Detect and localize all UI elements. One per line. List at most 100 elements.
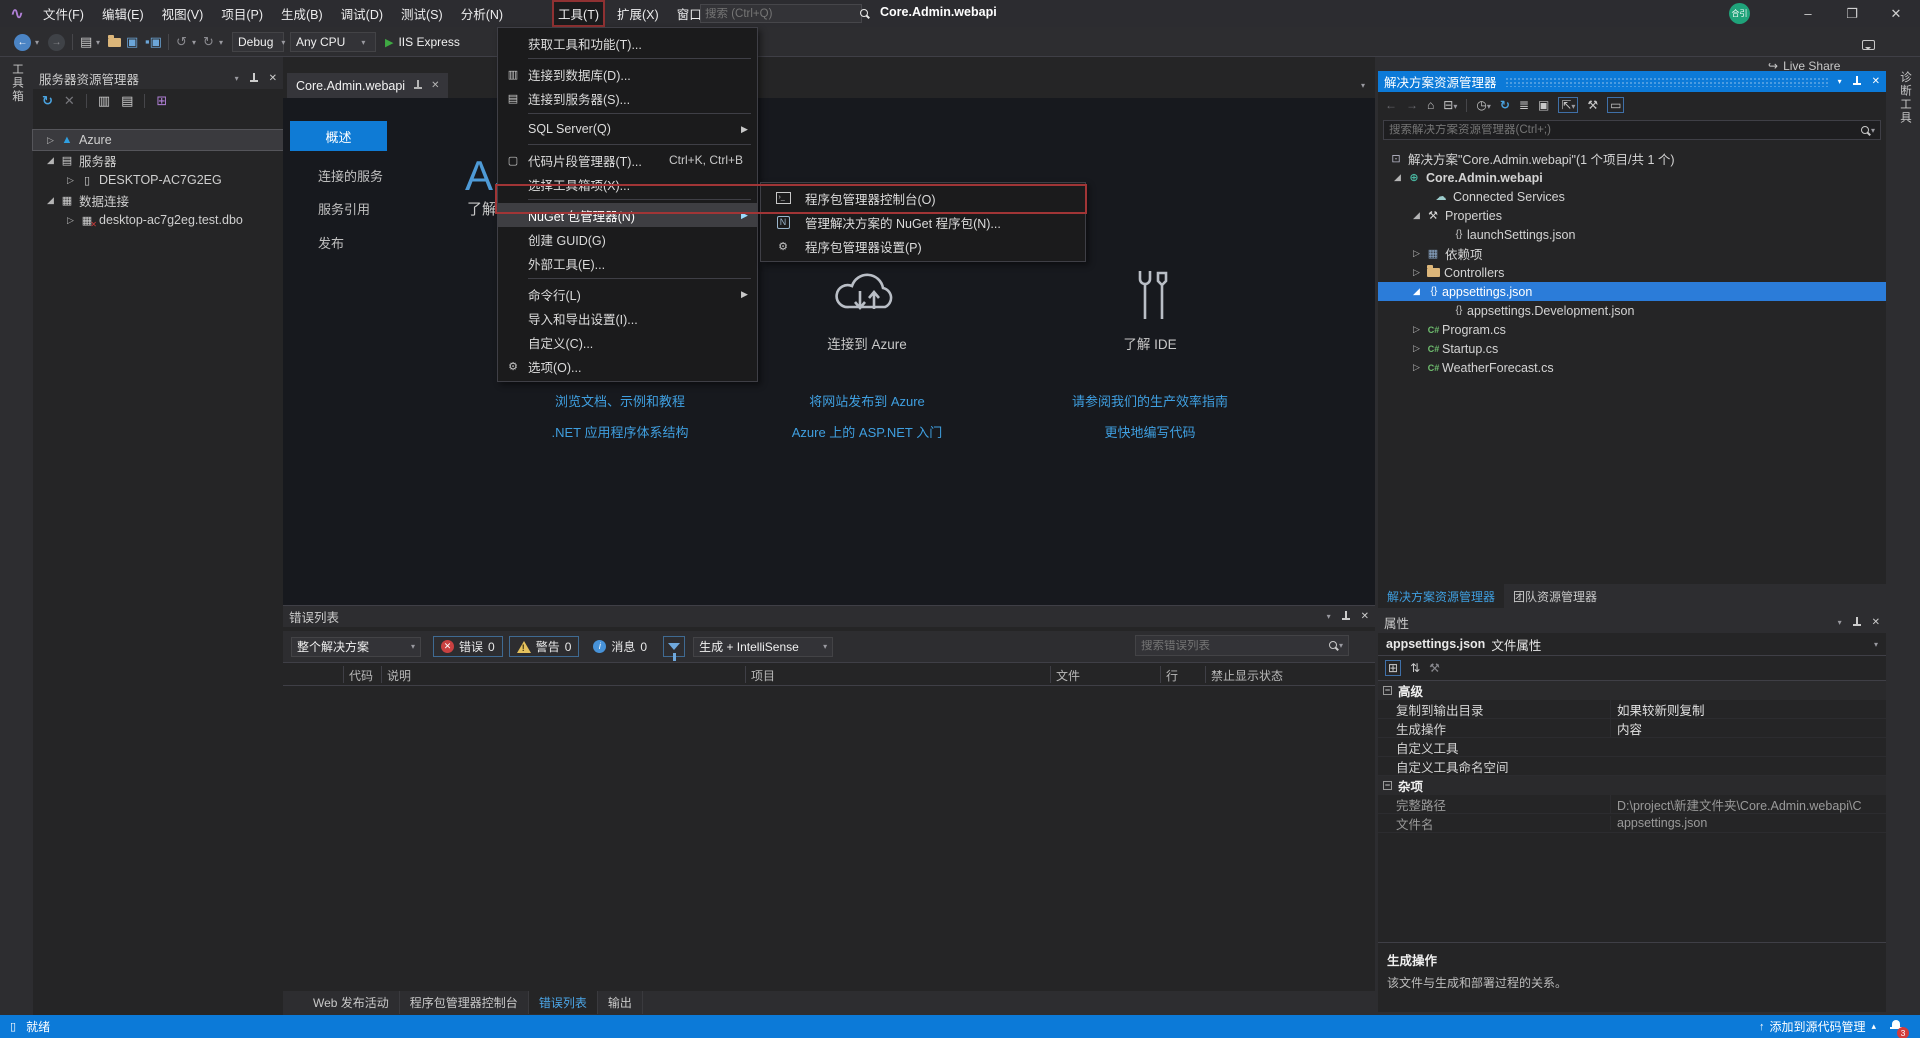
column-line[interactable]: 行 xyxy=(1166,667,1178,684)
menu-item-package-manager-settings[interactable]: ⚙程序包管理器设置(P) xyxy=(761,234,1085,258)
tree-item-machine[interactable]: ▷ ▯ DESKTOP-AC7G2EG xyxy=(33,170,283,190)
search-icon[interactable] xyxy=(1328,640,1339,651)
pin-icon[interactable] xyxy=(1852,76,1862,87)
menu-project[interactable]: 项目(P) xyxy=(215,0,269,27)
pending-changes-filter-icon[interactable]: ◷▾ xyxy=(1476,98,1491,112)
warnings-toggle-button[interactable]: 警告0 xyxy=(509,636,580,657)
menu-item-nuget-package-manager[interactable]: NuGet 包管理器(N)▶ xyxy=(498,203,757,227)
search-dropdown-icon[interactable]: ▾ xyxy=(1871,126,1875,135)
tree-item-servers[interactable]: ◢ ▤ 服务器 xyxy=(33,150,283,170)
error-list-titlebar[interactable]: 错误列表 ▾ ✕ xyxy=(283,606,1375,627)
new-project-dropdown-icon[interactable]: ▾ xyxy=(96,32,100,52)
pin-icon[interactable] xyxy=(1852,617,1862,628)
chevron-right-icon[interactable]: ▷ xyxy=(1413,343,1425,354)
tab-solution-explorer[interactable]: 解决方案资源管理器 xyxy=(1378,584,1504,608)
add-to-source-control-button[interactable]: 添加到源代码管理 xyxy=(1769,1018,1865,1035)
close-icon[interactable]: ✕ xyxy=(1361,611,1369,622)
menu-item-code-snippets[interactable]: ▢代码片段管理器(T)...Ctrl+K, Ctrl+B xyxy=(498,148,757,172)
disconnect-icon[interactable]: ✕ xyxy=(64,93,75,109)
sync-with-active-document-icon[interactable]: ↻ xyxy=(1500,98,1510,112)
link-write-code-faster[interactable]: 更快地编写代码 xyxy=(1000,422,1300,441)
tree-item-controllers[interactable]: ▷ Controllers xyxy=(1378,263,1886,282)
quick-search-box[interactable] xyxy=(700,4,862,23)
tree-item-azure[interactable]: ▷ ▲ Azure xyxy=(33,130,283,150)
tree-item-appsettings-development[interactable]: { } appsettings.Development.json xyxy=(1378,301,1886,320)
window-position-dropdown-icon[interactable]: ▾ xyxy=(1838,77,1842,86)
quick-search-input[interactable] xyxy=(705,8,859,20)
menu-item-create-guid[interactable]: 创建 GUID(G) xyxy=(498,227,757,251)
tab-output[interactable]: 输出 xyxy=(598,991,643,1014)
chevron-right-icon[interactable]: ▷ xyxy=(67,175,79,186)
section-advanced[interactable]: − 高级 xyxy=(1378,681,1886,700)
tree-item-dependencies[interactable]: ▷ ▦ 依赖项 xyxy=(1378,244,1886,263)
menu-debug[interactable]: 调试(D) xyxy=(335,0,389,27)
column-code[interactable]: 代码 xyxy=(349,667,373,684)
overview-nav-service-references[interactable]: 服务引用 xyxy=(318,199,370,218)
start-debugging-button[interactable]: ▶IIS Express xyxy=(385,32,460,52)
user-avatar[interactable]: 合引 xyxy=(1729,3,1750,24)
save-icon[interactable]: ▣ xyxy=(126,32,138,52)
properties-titlebar[interactable]: 属性 ▾ ✕ xyxy=(1378,612,1886,633)
minimize-button[interactable]: – xyxy=(1786,0,1830,27)
window-position-dropdown-icon[interactable]: ▾ xyxy=(1838,618,1842,627)
menu-item-connect-server[interactable]: ▤连接到服务器(S)... xyxy=(498,86,757,110)
pin-icon[interactable] xyxy=(249,73,259,84)
tab-package-manager-console[interactable]: 程序包管理器控制台 xyxy=(400,991,529,1014)
window-position-dropdown-icon[interactable]: ▾ xyxy=(1327,612,1331,621)
menu-analyze[interactable]: 分析(N) xyxy=(455,0,509,27)
collapse-section-icon[interactable]: − xyxy=(1383,686,1392,695)
menu-item-external-tools[interactable]: 外部工具(E)... xyxy=(498,251,757,275)
object-dropdown-icon[interactable]: ▾ xyxy=(1874,640,1878,649)
search-icon[interactable] xyxy=(1860,125,1871,136)
close-icon[interactable]: ✕ xyxy=(1872,76,1880,87)
tab-team-explorer[interactable]: 团队资源管理器 xyxy=(1504,584,1606,608)
properties-object-combo[interactable]: appsettings.json 文件属性 ▾ xyxy=(1378,633,1886,656)
section-misc[interactable]: − 杂项 xyxy=(1378,776,1886,795)
tree-item-appsettings[interactable]: ◢ { } appsettings.json xyxy=(1378,282,1886,301)
window-position-dropdown-icon[interactable]: ▾ xyxy=(235,74,239,83)
property-row[interactable]: 完整路径 D:\project\新建文件夹\Core.Admin.webapi\… xyxy=(1378,795,1886,814)
property-row[interactable]: 复制到输出目录 如果较新则复制 xyxy=(1378,700,1886,719)
property-row[interactable]: 文件名 appsettings.json xyxy=(1378,814,1886,833)
redo-icon[interactable]: ↻ xyxy=(203,32,214,52)
platform-combo[interactable]: Any CPU▾ xyxy=(290,32,376,52)
save-all-icon[interactable]: ▪▣ xyxy=(145,32,162,52)
pin-icon[interactable] xyxy=(413,80,423,91)
overview-nav-publish[interactable]: 发布 xyxy=(318,233,344,252)
alphabetical-sort-icon[interactable]: ⇅ xyxy=(1410,661,1420,675)
menu-item-package-manager-console[interactable]: ›_程序包管理器控制台(O) xyxy=(761,186,1085,210)
new-project-icon[interactable]: ▤ xyxy=(80,32,92,52)
menu-file[interactable]: 文件(F) xyxy=(37,0,90,27)
overview-nav-overview[interactable]: 概述 xyxy=(290,121,387,151)
document-tab[interactable]: Core.Admin.webapi ✕ xyxy=(287,73,448,98)
solution-explorer-titlebar[interactable]: 解决方案资源管理器 ▾ ✕ xyxy=(1378,71,1886,92)
navigate-forward-button[interactable]: → xyxy=(48,32,65,52)
switch-views-icon[interactable]: ⊟▾ xyxy=(1443,98,1457,112)
column-file[interactable]: 文件 xyxy=(1056,667,1080,684)
menu-item-options[interactable]: ⚙选项(O)... xyxy=(498,354,757,378)
build-intellisense-combo[interactable]: 生成 + IntelliSense▾ xyxy=(693,637,833,657)
live-share-button[interactable]: ↪Live Share xyxy=(1768,59,1840,73)
chevron-right-icon[interactable]: ▷ xyxy=(1413,362,1425,373)
messages-toggle-button[interactable]: i 消息0 xyxy=(585,636,655,657)
menu-edit[interactable]: 编辑(E) xyxy=(96,0,150,27)
collapse-section-icon[interactable]: − xyxy=(1383,781,1392,790)
menu-item-customize[interactable]: 自定义(C)... xyxy=(498,330,757,354)
chevron-expanded-icon[interactable]: ◢ xyxy=(1394,172,1406,183)
tree-item-launchsettings[interactable]: { } launchSettings.json xyxy=(1378,225,1886,244)
tree-item-solution[interactable]: ⊡ 解决方案"Core.Admin.webapi"(1 个项目/共 1 个) xyxy=(1378,149,1886,168)
back-icon[interactable]: ← xyxy=(1385,98,1397,112)
properties-icon[interactable]: ▣ xyxy=(1538,98,1549,112)
caret-up-icon[interactable]: ▴ xyxy=(1871,1021,1876,1032)
undo-dropdown-icon[interactable]: ▾ xyxy=(192,32,196,52)
toolbox-vertical-tab[interactable]: 工具箱 xyxy=(9,63,25,104)
errors-toggle-button[interactable]: ✕ 错误0 xyxy=(433,636,503,657)
tree-item-project[interactable]: ◢ ⊕ Core.Admin.webapi xyxy=(1378,168,1886,187)
solution-search-input[interactable] xyxy=(1389,124,1860,136)
column-description[interactable]: 说明 xyxy=(387,667,411,684)
link-aspnet-on-azure[interactable]: Azure 上的 ASP.NET 入门 xyxy=(717,422,1017,441)
feedback-icon[interactable] xyxy=(1862,35,1875,55)
column-project[interactable]: 项目 xyxy=(751,667,775,684)
wrench-icon[interactable]: ⚒ xyxy=(1587,98,1598,112)
overview-nav-connected-services[interactable]: 连接的服务 xyxy=(318,166,383,185)
